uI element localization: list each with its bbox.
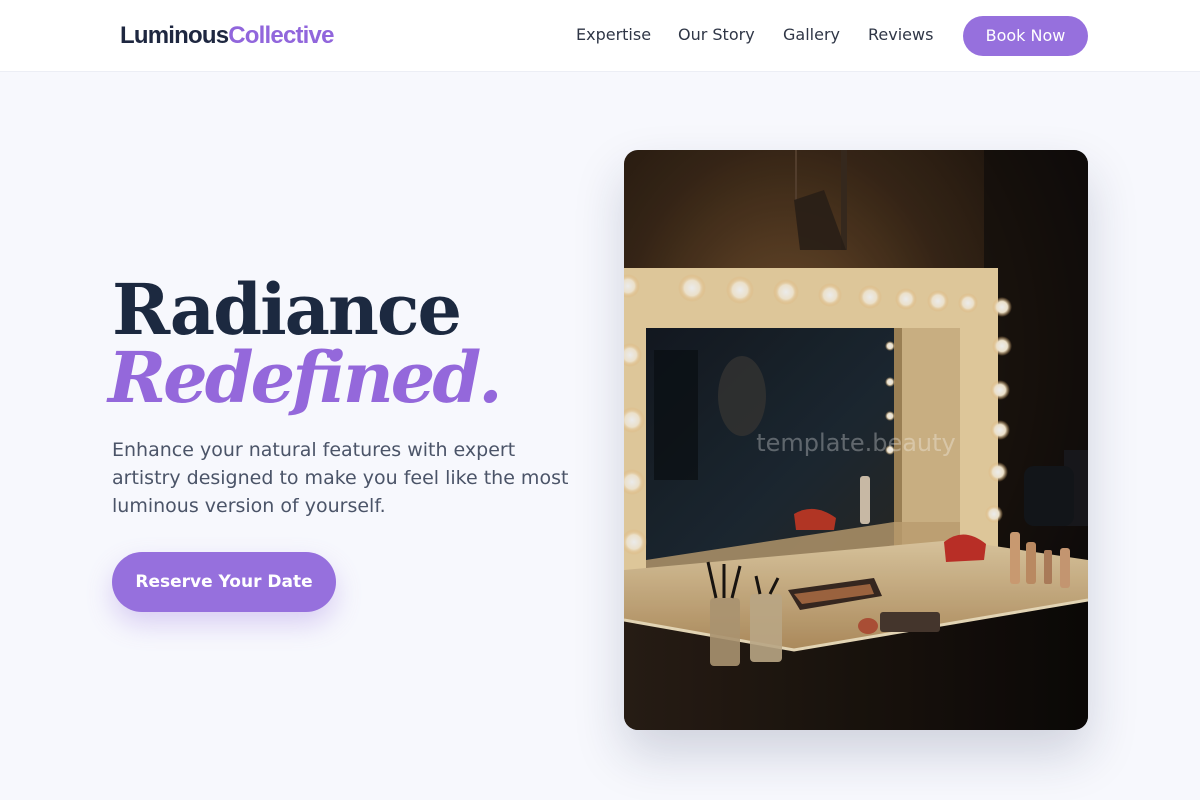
hero-title-line-2: Redefined. [108,336,503,419]
book-now-button[interactable]: Book Now [963,16,1088,56]
image-watermark: template.beauty [756,429,956,457]
nav-link-gallery[interactable]: Gallery [783,25,840,45]
site-header: LuminousCollective Expertise Our Story G… [0,0,1200,72]
nav-link-our-story[interactable]: Our Story [678,25,755,45]
nav-link-expertise[interactable]: Expertise [576,25,651,45]
reserve-your-date-button[interactable]: Reserve Your Date [112,552,336,612]
main-nav: Expertise Our Story Gallery Reviews Book… [0,0,1200,72]
nav-link-reviews[interactable]: Reviews [868,25,933,45]
hero-image: template.beauty [624,150,1088,730]
hero-subtitle: Enhance your natural features with exper… [112,439,569,517]
